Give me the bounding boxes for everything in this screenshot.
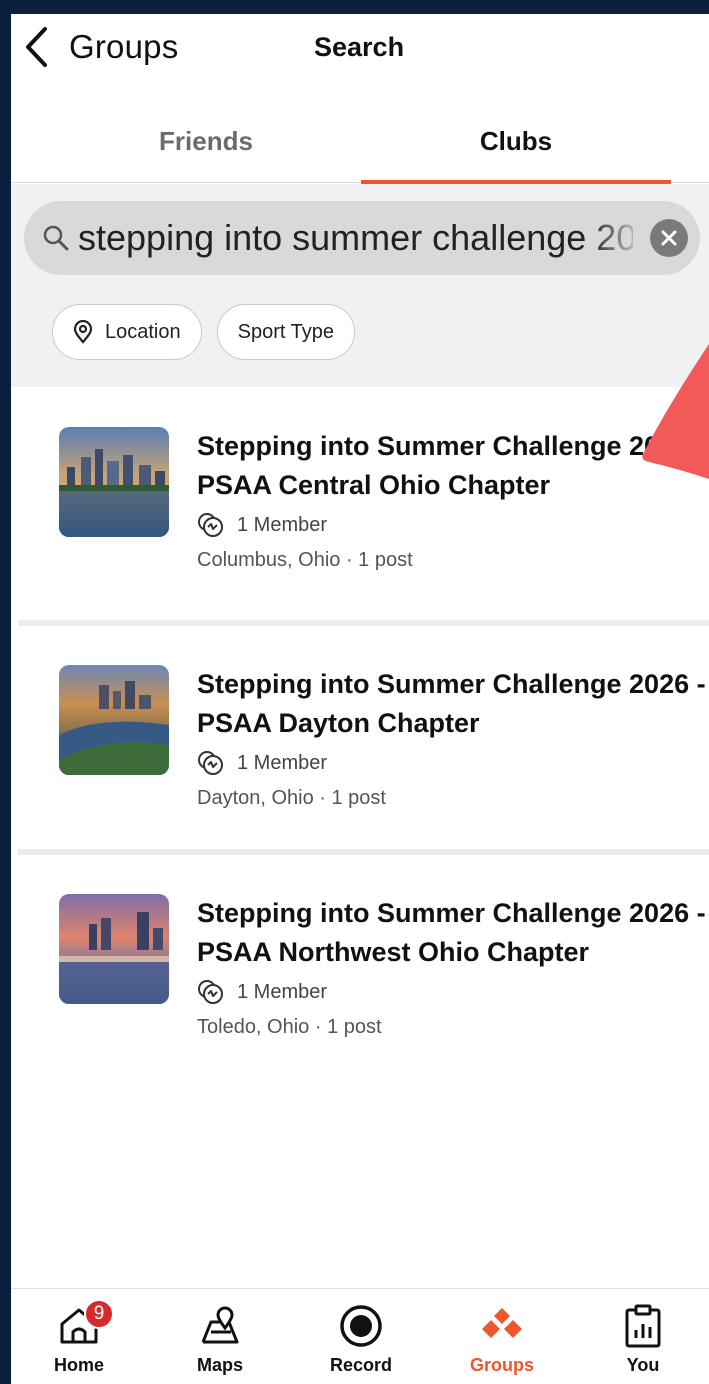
nav-record[interactable]: Record <box>291 1289 431 1384</box>
search-query: stepping into summer challenge 2026 <box>78 217 633 258</box>
chevron-left-icon <box>23 26 53 68</box>
nav-maps[interactable]: Maps <box>150 1289 290 1384</box>
club-name: Stepping into Summer Challenge 2026 - PS… <box>197 669 706 738</box>
club-result-item[interactable]: Stepping into Summer Challenge 2026 - PS… <box>11 855 709 1115</box>
back-button[interactable]: Groups <box>23 26 178 68</box>
club-thumbnail <box>59 427 169 537</box>
club-member-count: 1 Member <box>197 746 709 780</box>
sport-type-filter-label: Sport Type <box>237 320 334 343</box>
club-location-posts: Columbus, Ohio · 1 post <box>197 549 413 571</box>
club-thumbnail <box>59 894 169 1004</box>
back-label: Groups <box>69 28 179 65</box>
club-name: Stepping into Summer Challenge 2026 - PS… <box>197 431 706 500</box>
sport-type-filter-chip[interactable]: Sport Type <box>216 304 355 360</box>
app-screen: Groups Search Friends Clubs stepping int… <box>11 14 709 1384</box>
club-info: Stepping into Summer Challenge 2026 - PS… <box>197 427 709 574</box>
club-location-posts: Toledo, Ohio · 1 post <box>197 1016 382 1038</box>
club-name: Stepping into Summer Challenge 2026 - PS… <box>197 898 706 967</box>
club-members-icon <box>198 513 223 537</box>
member-count-text: 1 Member <box>237 513 328 536</box>
nav-home[interactable]: 9 Home <box>11 1289 149 1384</box>
map-icon <box>201 1306 239 1344</box>
location-pin-icon <box>73 320 93 344</box>
page-title: Search <box>314 32 405 62</box>
close-icon <box>661 230 677 246</box>
nav-groups-label: Groups <box>469 1355 534 1375</box>
groups-icon <box>482 1308 522 1338</box>
clipboard-icon <box>625 1304 661 1348</box>
search-icon <box>42 224 70 252</box>
club-member-count: 1 Member <box>197 975 709 1009</box>
location-filter-label: Location <box>105 320 181 343</box>
tab-friends[interactable]: Friends <box>51 99 361 183</box>
top-bar: Groups Search <box>11 14 709 89</box>
search-area: stepping into summer challenge 2026 Loca… <box>11 184 709 387</box>
member-count-text: 1 Member <box>237 751 328 774</box>
club-info: Stepping into Summer Challenge 2026 - PS… <box>197 894 709 1041</box>
filter-chips: Location Sport Type <box>52 304 355 360</box>
club-member-count: 1 Member <box>197 508 709 542</box>
nav-maps-label: Maps <box>196 1355 243 1375</box>
clear-search-button[interactable] <box>650 219 688 257</box>
club-location-posts: Dayton, Ohio · 1 post <box>197 787 386 809</box>
club-results-list: Stepping into Summer Challenge 2026 - PS… <box>11 388 709 1115</box>
club-members-icon <box>198 751 223 775</box>
record-icon <box>340 1305 382 1347</box>
bottom-navigation: 9 Home Maps Record Groups You <box>11 1288 709 1384</box>
club-result-item[interactable]: Stepping into Summer Challenge 2026 - PS… <box>11 388 709 620</box>
tab-bar: Friends Clubs <box>11 99 709 184</box>
nav-record-label: Record <box>329 1355 392 1375</box>
search-input[interactable]: stepping into summer challenge 2026 <box>24 201 700 275</box>
notification-badge: 9 <box>84 1299 114 1329</box>
club-info: Stepping into Summer Challenge 2026 - PS… <box>197 665 709 812</box>
annotation-arrow-shape <box>642 344 709 479</box>
member-count-text: 1 Member <box>237 980 328 1003</box>
club-thumbnail <box>59 665 169 775</box>
nav-you[interactable]: You <box>573 1289 709 1384</box>
club-members-icon <box>198 980 223 1004</box>
location-filter-chip[interactable]: Location <box>52 304 202 360</box>
nav-you-label: You <box>626 1355 660 1375</box>
nav-groups[interactable]: Groups <box>432 1289 572 1384</box>
nav-home-label: Home <box>53 1355 104 1375</box>
club-result-item[interactable]: Stepping into Summer Challenge 2026 - PS… <box>11 626 709 849</box>
tab-clubs[interactable]: Clubs <box>361 99 671 184</box>
